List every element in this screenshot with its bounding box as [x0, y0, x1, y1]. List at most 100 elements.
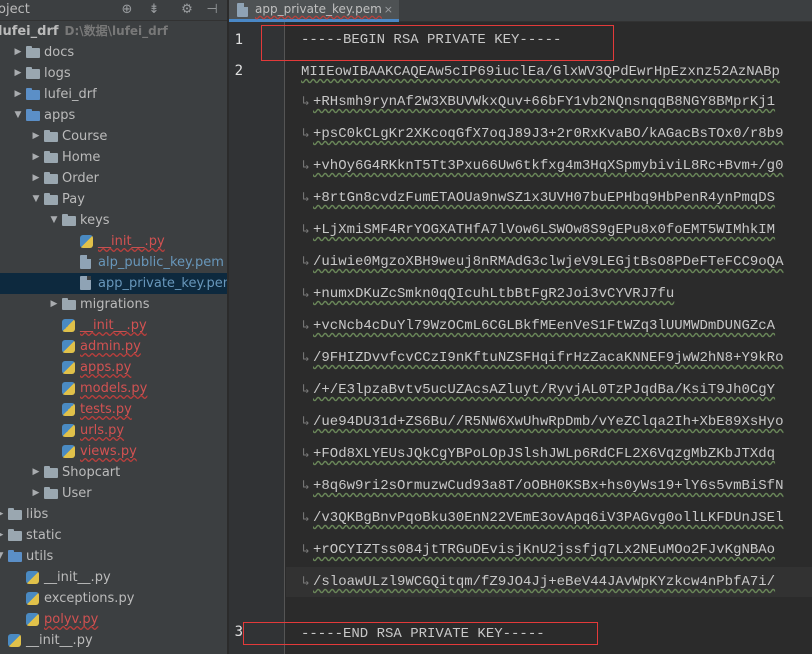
expand-right-icon[interactable]: ▶ [12, 63, 24, 84]
tree-item[interactable]: tests.py [0, 399, 227, 420]
tree-item[interactable]: ▶ lufei_drf [0, 84, 227, 105]
code-editor[interactable]: -----BEGIN RSA PRIVATE KEY----- MIIEowIB… [286, 22, 812, 654]
expand-down-icon[interactable]: ▼ [0, 546, 6, 567]
expand-right-icon[interactable]: ▶ [12, 42, 24, 63]
soft-wrap-icon: ↳ [302, 382, 310, 397]
tree-item[interactable]: ▶ Home [0, 147, 227, 168]
folder-icon [26, 46, 40, 58]
tree-item[interactable]: __init__.py [0, 315, 227, 336]
expand-right-icon[interactable]: ▶ [30, 126, 42, 147]
hide-panel-icon[interactable]: ⊣ [203, 1, 221, 19]
tree-item[interactable]: views.py [0, 441, 227, 462]
code-line-key-wrapped[interactable]: ↳ +psC0kCLgKr2XKcoqGfX7oqJ89J3+2r0RxKvaBO… [286, 119, 812, 149]
key-text: /uiwie0MgzoXBH9weuj8nRMAdG3clwjeV9LEGjtB… [313, 254, 784, 270]
tree-item[interactable]: __init__.py [0, 231, 227, 252]
tree-item[interactable]: ▶ Shopcart [0, 462, 227, 483]
tree-item[interactable]: admin.py [0, 336, 227, 357]
code-line-key-wrapped[interactable]: ↳/9FHIZDvvfcvCCzI9nKftuNZSFHqifrHzZacaKN… [286, 343, 812, 373]
tree-item[interactable]: urls.py [0, 420, 227, 441]
code-line-key-wrapped[interactable]: ↳/v3QKBgBnvPqoBku30EnN22VEmE3ovApq6iV3PA… [286, 503, 812, 533]
tree-item[interactable]: ▶ libs [0, 504, 227, 525]
tree-item[interactable]: ▶ docs [0, 42, 227, 63]
tree-item-label: Shopcart [62, 465, 121, 480]
expand-right-icon[interactable]: ▶ [30, 147, 42, 168]
tree-item-label: Course [62, 129, 108, 144]
tree-item[interactable]: apps.py [0, 357, 227, 378]
tree-item[interactable]: ▶ migrations [0, 294, 227, 315]
expand-down-icon[interactable]: ▼ [12, 105, 24, 126]
tree-item[interactable]: ▼ utils [0, 546, 227, 567]
expand-right-icon[interactable]: ▶ [30, 462, 42, 483]
code-line-key-wrapped[interactable]: ↳/uiwie0MgzoXBH9weuj8nRMAdG3clwjeV9LEGjt… [286, 247, 812, 277]
settings-gear-icon[interactable]: ⚙ [178, 1, 196, 19]
code-line-key-wrapped[interactable]: ↳ +LjXmiSMF4RrYOGXATHfA7lVow6LSWOw8S9gEPu… [286, 215, 812, 245]
project-panel-title[interactable]: oject [0, 2, 30, 17]
code-line-key-wrapped[interactable]: ↳/sloawULzl9WCGQitqm/fZ9JO4Jj+eBeV44JAvW… [286, 567, 812, 597]
tree-item-label: utils [26, 549, 54, 564]
collapse-all-icon[interactable]: ⇟ [145, 1, 163, 19]
code-line-key-wrapped[interactable]: ↳ +RHsmh9rynAf2W3XBUVWkxQuv+66bFY1vb2NQns… [286, 87, 812, 117]
tree-item[interactable]: alp_public_key.pem [0, 252, 227, 273]
expand-down-icon[interactable]: ▼ [30, 189, 42, 210]
tree-item-label: Order [62, 171, 99, 186]
line-number-gutter: 1 2 3 [229, 22, 285, 654]
code-line-key-first[interactable]: MIIEowIBAAKCAQEAw5cIP69iuclEa/GlxWV3QPdE… [286, 57, 812, 87]
folder-icon [62, 298, 76, 310]
tree-item[interactable]: app_private_key.pem [0, 273, 227, 294]
tree-item[interactable]: ▶ static [0, 525, 227, 546]
tab-app-private-key[interactable]: app_private_key.pem × [229, 0, 399, 22]
tree-item-label: libs [26, 507, 49, 522]
tree-item[interactable]: polyv.py [0, 609, 227, 630]
tree-item[interactable]: __init__.py [0, 630, 227, 651]
code-line-key-wrapped[interactable]: ↳ +rOCYIZTss084jtTRGuDEvisjKnU2jssfjq7Lx2… [286, 535, 812, 565]
tree-root-label: lufei_drf [0, 24, 59, 39]
tree-item[interactable]: ▼ keys [0, 210, 227, 231]
soft-wrap-icon: ↳ [302, 574, 310, 589]
tree-item-label: views.py [80, 444, 137, 459]
expand-right-icon[interactable]: ▶ [12, 84, 24, 105]
key-text: +numxDKuZcSmkn0qQIcuhLtbBtFgR2Joi3vCYVRJ… [313, 286, 675, 302]
folder-icon [44, 130, 58, 142]
python-file-icon [80, 235, 93, 248]
tree-item[interactable]: ▶ Course [0, 126, 227, 147]
project-panel: oject ⊕ ⇟ ⚙ ⊣ lufei_drf D:\数据\lufei_drf ▶… [0, 0, 228, 654]
expand-down-icon[interactable]: ▼ [48, 210, 60, 231]
code-line-key-wrapped[interactable]: ↳ +numxDKuZcSmkn0qQIcuhLtbBtFgR2Joi3vCYVR… [286, 279, 812, 309]
tree-item[interactable]: ▶ Order [0, 168, 227, 189]
tree-item-label: User [62, 486, 92, 501]
expand-right-icon[interactable]: ▶ [0, 525, 6, 546]
python-file-icon [62, 424, 75, 437]
expand-right-icon[interactable]: ▶ [30, 483, 42, 504]
pem-end-marker: -----END RSA PRIVATE KEY----- [301, 626, 545, 642]
python-file-icon [62, 361, 75, 374]
expand-right-icon[interactable]: ▶ [30, 168, 42, 189]
expand-right-icon[interactable]: ▶ [0, 504, 6, 525]
tree-item[interactable]: models.py [0, 378, 227, 399]
tree-item[interactable]: ▼ apps [0, 105, 227, 126]
code-line-key-wrapped[interactable]: ↳ +FOd8XLYEUsJQkCgYBPoLOpJSlshJWLp6RdCFL2… [286, 439, 812, 469]
editor-tab-bar: app_private_key.pem × [229, 0, 812, 22]
folder-icon [26, 88, 40, 100]
folder-icon [8, 550, 22, 562]
code-line-key-wrapped[interactable]: ↳/+/E3lpzaBvtv5ucUZAcsAZluyt/RyvjAL0TzPJ… [286, 375, 812, 405]
code-line-key-wrapped[interactable]: ↳ +8q6w9ri2sOrmuzwCud93a8T/oOBH0KSBx+hs0y… [286, 471, 812, 501]
scroll-from-source-icon[interactable]: ⊕ [118, 1, 136, 19]
code-line-key-wrapped[interactable]: ↳ +vhOy6G4RKknT5Tt3Pxu66Uw6tkfxg4m3HqXSpm… [286, 151, 812, 181]
tree-item[interactable]: ▶ logs [0, 63, 227, 84]
tree-item[interactable]: ▼ Pay [0, 189, 227, 210]
code-line-begin[interactable]: -----BEGIN RSA PRIVATE KEY----- [286, 25, 812, 55]
tree-item[interactable]: exceptions.py [0, 588, 227, 609]
code-line-end[interactable]: -----END RSA PRIVATE KEY----- [286, 619, 812, 649]
code-line-key-wrapped[interactable]: ↳ +8rtGn8cvdzFumETAOUa9nwSZ1x3UVH07buEPHb… [286, 183, 812, 213]
code-line-key-wrapped[interactable]: ↳ +vcNcb4cDuYl79WzOCmL6CGLBkfMEenVeS1FtWZ… [286, 311, 812, 341]
soft-wrap-icon: ↳ [302, 94, 310, 109]
tree-root-lufei-drf[interactable]: lufei_drf D:\数据\lufei_drf [0, 21, 227, 42]
tree-item-label: docs [44, 45, 75, 60]
expand-right-icon[interactable]: ▶ [48, 294, 60, 315]
tree-item[interactable]: __init__.py [0, 567, 227, 588]
code-line-key-wrapped[interactable]: ↳/ue94DU31d+ZS6Bu//R5NW6XwUhwRpDmb/vYeZC… [286, 407, 812, 437]
tree-item-label: apps.py [80, 360, 132, 375]
tab-close-icon[interactable]: × [384, 0, 393, 19]
soft-wrap-icon: ↳ [302, 478, 310, 493]
tree-item[interactable]: ▶ User [0, 483, 227, 504]
